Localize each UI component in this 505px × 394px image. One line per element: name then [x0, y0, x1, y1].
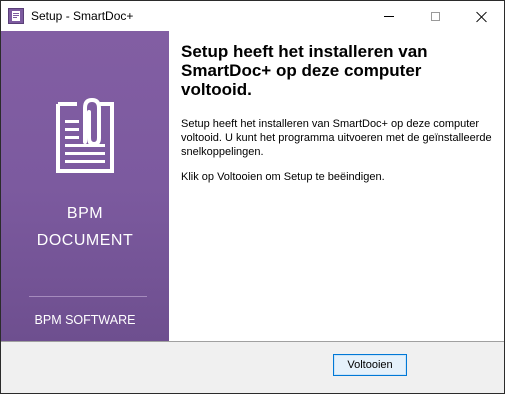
button-footer: Voltooien	[1, 342, 504, 393]
completion-message: Setup heeft het installeren van SmartDoc…	[181, 118, 492, 158]
close-button[interactable]	[458, 1, 504, 31]
brand-footer: BPM SOFTWARE	[34, 313, 136, 327]
installer-icon	[8, 8, 24, 24]
finish-button[interactable]: Voltooien	[333, 354, 407, 376]
brand-line-1: BPM	[66, 205, 104, 222]
brand-line-2: DOCUMENT	[36, 232, 134, 249]
close-icon	[476, 11, 487, 22]
minimize-button[interactable]	[366, 1, 412, 31]
window-title: Setup - SmartDoc+	[31, 9, 134, 23]
content-panel: Setup heeft het installeren van SmartDoc…	[169, 31, 504, 341]
maximize-icon	[430, 11, 440, 21]
minimize-icon	[384, 15, 394, 17]
title-bar[interactable]: Setup - SmartDoc+	[1, 1, 504, 31]
finish-instruction: Klik op Voltooien om Setup te beëindigen…	[181, 171, 385, 183]
document-paperclip-icon	[56, 98, 114, 173]
sidebar-divider	[29, 296, 147, 297]
setup-window: Setup - SmartDoc+ BPM DOCUMENT BPM SOFTW…	[0, 0, 505, 394]
branding-sidebar: BPM DOCUMENT BPM SOFTWARE	[1, 31, 169, 341]
page-heading: Setup heeft het installeren van SmartDoc…	[181, 42, 428, 99]
maximize-button[interactable]	[412, 1, 458, 31]
